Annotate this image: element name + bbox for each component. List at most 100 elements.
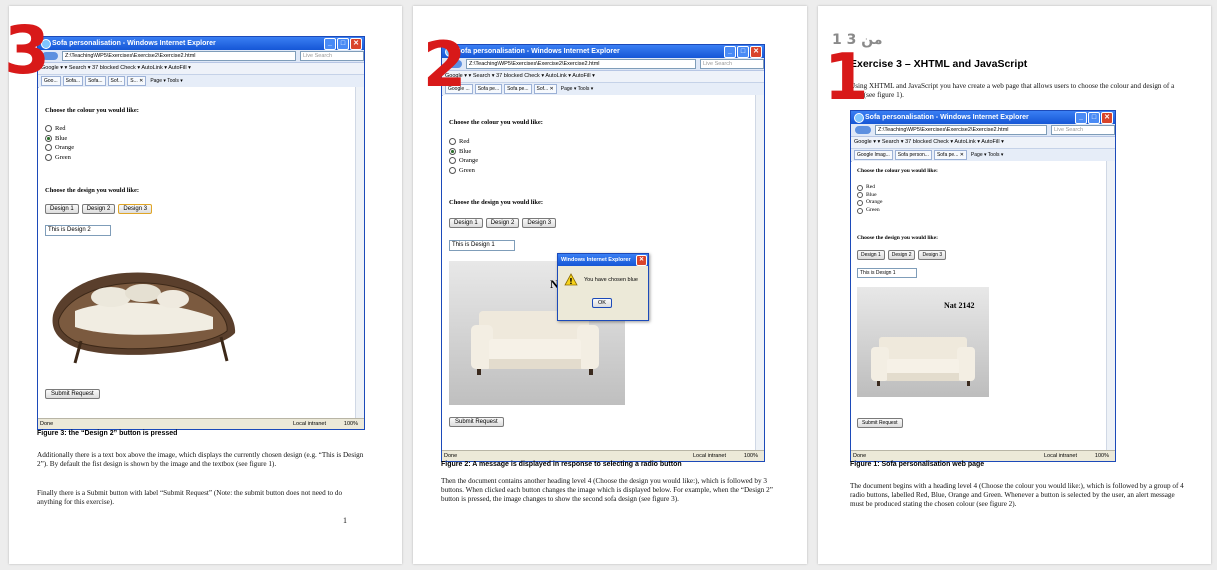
tab[interactable]: Google Imag... [854,150,893,160]
paragraph-colour-description: The document begins with a heading level… [850,482,1184,508]
url-field[interactable]: Z:\Teaching\WP5\Exercises\Exercise2\Exer… [62,51,296,61]
status-zone: Local intranet [292,421,326,427]
radio-red[interactable]: Red [857,184,882,192]
close-icon[interactable]: ✕ [1101,112,1113,124]
svg-text:!: ! [569,277,573,286]
radio-label: Orange [866,199,883,206]
design-2-button[interactable]: Design 2 [485,218,520,228]
tab[interactable]: Sofa pe... [504,84,532,94]
document-page-3: 1 من 3 Exercise 3 – XHTML and JavaScript… [818,6,1211,564]
search-field[interactable]: Live Search [300,51,364,61]
status-zoom[interactable]: 100% [1095,451,1109,461]
radio-green[interactable]: Green [449,166,478,176]
url-field[interactable]: Z:\Teaching\WP5\Exercises\Exercise2\Exer… [875,125,1047,135]
close-icon[interactable]: ✕ [350,38,362,50]
radio-circle[interactable] [857,192,863,199]
minimize-icon[interactable]: _ [724,46,736,58]
tab[interactable]: Sof... [107,76,126,86]
radio-blue[interactable]: Blue [45,134,74,144]
design-1-button[interactable]: Design 1 [857,250,885,260]
submit-request-button[interactable]: Submit Request [857,418,903,428]
design-textbox[interactable]: This is Design 1 [857,268,917,278]
close-icon[interactable]: ✕ [636,255,647,266]
page-tools-menu[interactable]: Page ▾ Tools ▾ [148,77,184,85]
radio-red[interactable]: Red [449,137,478,147]
radio-orange[interactable]: Orange [857,199,882,207]
radio-circle[interactable] [857,207,863,214]
radio-label: Blue [866,191,877,198]
design-1-button[interactable]: Design 1 [45,204,79,214]
ie-title-bar: Sofa personalisation - Windows Internet … [442,45,764,58]
maximize-icon[interactable]: □ [337,38,349,50]
alert-message: You have chosen blue [584,277,638,283]
radio-green[interactable]: Green [857,207,882,215]
url-field[interactable]: Z:\Teaching\WP5\Exercises\Exercise2\Exer… [466,59,696,69]
radio-blue[interactable]: Blue [449,147,478,157]
radio-label: Green [866,206,880,213]
design-textbox[interactable]: This is Design 2 [45,225,111,236]
paragraph-submit-description: Finally there is a Submit button with la… [37,489,343,506]
status-zoom[interactable]: 100% [344,419,358,429]
close-icon[interactable]: ✕ [750,46,762,58]
status-zone: Local intranet [1043,453,1077,459]
tab[interactable]: S... ✕ [127,76,147,86]
radio-circle[interactable] [45,144,52,152]
back-forward-icon[interactable] [855,126,871,134]
design-3-button[interactable]: Design 3 [118,204,153,214]
tab[interactable]: Sofa pe... [474,84,503,94]
minimize-icon[interactable]: _ [324,38,336,50]
radio-circle[interactable] [45,153,52,161]
handwritten-annotation-1: 1 [824,41,869,115]
search-field[interactable]: Live Search [1051,125,1115,135]
design-3-button[interactable]: Design 3 [918,250,947,260]
radio-circle[interactable] [449,166,456,174]
search-field[interactable]: Live Search [700,59,764,69]
tab[interactable]: Sofa person... [894,150,932,160]
radio-red[interactable]: Red [45,124,74,134]
maximize-icon[interactable]: □ [1088,112,1100,124]
radio-circle[interactable] [857,199,863,206]
colour-radio-group: Red Blue Orange Green [45,124,74,162]
design-3-button[interactable]: Design 3 [522,218,557,228]
tab[interactable]: Sofa pe... ✕ [933,150,967,160]
status-done: Done [40,421,54,427]
paragraph-design-description: Then the document contains another headi… [441,477,773,503]
design-2-button[interactable]: Design 2 [81,204,116,214]
vertical-scrollbar[interactable] [355,87,364,418]
ie-window-figure2: Sofa personalisation - Windows Internet … [441,44,765,462]
submit-request-button[interactable]: Submit Request [449,417,504,427]
warning-icon: ! [564,273,578,286]
tab[interactable]: Sof... ✕ [533,84,557,94]
ie-window-figure1: Sofa personalisation - Windows Internet … [850,110,1116,462]
alert-ok-button[interactable]: OK [592,298,612,308]
address-bar: Z:\Teaching\WP5\Exercises\Exercise2\Exer… [851,124,1115,137]
vertical-scrollbar[interactable] [1106,161,1115,450]
radio-circle[interactable] [45,125,52,133]
status-zoom[interactable]: 100% [744,451,758,461]
radio-circle-selected[interactable] [45,134,52,142]
tab[interactable]: Sofa... [85,76,106,86]
radio-label: Red [459,138,470,145]
design-textbox[interactable]: This is Design 1 [449,240,515,251]
tab[interactable]: Sofa... [62,76,84,86]
address-bar: Z:\Teaching\WP5\Exercises\Exercise2\Exer… [442,58,764,71]
page-tools-menu[interactable]: Page ▾ Tools ▾ [969,151,1005,159]
design-2-button[interactable]: Design 2 [887,250,916,260]
radio-green[interactable]: Green [45,153,74,163]
radio-label: Orange [55,144,75,151]
submit-request-button[interactable]: Submit Request [45,389,100,399]
radio-orange[interactable]: Orange [449,156,478,166]
design-1-button[interactable]: Design 1 [449,218,483,228]
radio-circle-selected[interactable] [449,147,456,155]
handwritten-annotation-3: 3 [4,12,50,89]
radio-circle[interactable] [857,184,863,191]
alert-title-bar: Windows Internet Explorer ✕ [558,254,648,266]
minimize-icon[interactable]: _ [1075,112,1087,124]
radio-circle[interactable] [449,157,456,165]
radio-circle[interactable] [449,138,456,146]
vertical-scrollbar[interactable] [755,95,764,450]
radio-orange[interactable]: Orange [45,143,74,153]
radio-blue[interactable]: Blue [857,192,882,200]
maximize-icon[interactable]: □ [737,46,749,58]
page-tools-menu[interactable]: Page ▾ Tools ▾ [559,85,595,93]
